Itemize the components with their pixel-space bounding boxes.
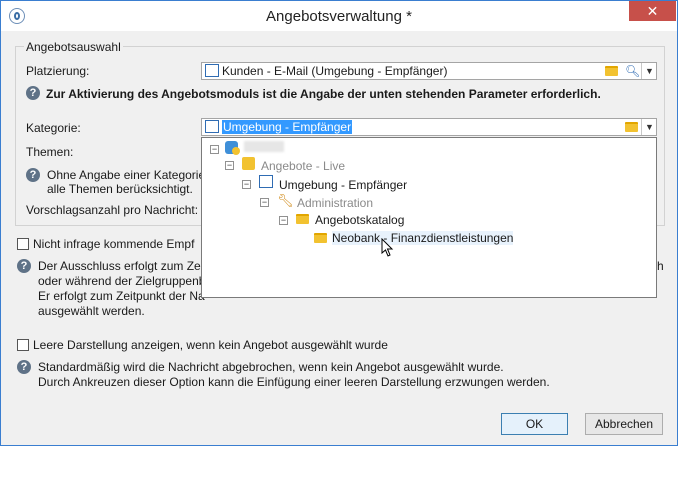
group-legend: Angebotsauswahl — [24, 40, 123, 54]
catalog-folder-icon — [296, 214, 309, 224]
wrench-icon: 🔧︎ — [277, 193, 294, 208]
empty-display-checkbox[interactable] — [17, 339, 29, 351]
placement-value: Kunden - E-Mail (Umgebung - Empfänger) — [222, 64, 448, 78]
tree-node-offers-live[interactable]: Angebote - Live — [261, 159, 345, 173]
exclusion-line3: Er erfolgt zum Zeitpunkt der Na — [38, 289, 205, 303]
collapse-toggle[interactable]: − — [225, 161, 234, 170]
root-node-label[interactable] — [244, 141, 284, 152]
chevron-down-icon[interactable]: ▼ — [641, 63, 657, 79]
tree-node-neobank[interactable]: Neobank - Finanzdienstleistungen — [332, 231, 514, 245]
exclusion-line4: ausgewählt werden. — [38, 304, 145, 318]
ok-button[interactable]: OK — [501, 413, 568, 435]
collapse-toggle[interactable]: − — [260, 198, 269, 207]
activation-info: Zur Aktivierung des Angebotsmoduls ist d… — [46, 87, 601, 101]
tree-node-administration[interactable]: Administration — [297, 196, 373, 210]
category-tree-dropdown: − − Angebote - Live − Umgebung - Empfäng… — [201, 137, 657, 298]
placement-combo[interactable]: Kunden - E-Mail (Umgebung - Empfänger) 🔍… — [201, 62, 657, 80]
tree-node-catalog[interactable]: Angebotskatalog — [315, 213, 404, 227]
themes-label: Themen: — [26, 145, 74, 159]
help-icon: ? — [17, 360, 31, 374]
window-title: Angebotsverwaltung * — [266, 8, 412, 25]
collapse-toggle[interactable]: − — [210, 145, 219, 154]
folder-icon[interactable] — [625, 122, 638, 132]
exclusion-line1-tail: h — [657, 259, 664, 273]
category-folder-icon — [314, 233, 327, 243]
empty-display-label: Leere Darstellung anzeigen, wenn kein An… — [33, 338, 388, 352]
proposals-label: Vorschlagsanzahl pro Nachricht: — [26, 203, 199, 217]
title-bar[interactable]: Angebotsverwaltung * — [1, 1, 677, 31]
environment-icon — [259, 175, 273, 188]
gift-icon — [242, 157, 255, 170]
help-icon: ? — [26, 168, 40, 182]
category-info-line2: alle Themen berücksichtigt. — [47, 182, 193, 196]
mouse-cursor-icon — [381, 238, 394, 257]
help-icon: ? — [26, 86, 40, 100]
collapse-toggle[interactable]: − — [279, 216, 288, 225]
exclusion-line1: Der Ausschluss erfolgt zum Zeit — [38, 259, 207, 273]
empty-display-line2: Durch Ankreuzen dieser Option kann die E… — [38, 375, 550, 389]
category-label: Kategorie: — [26, 121, 81, 135]
collapse-toggle[interactable]: − — [242, 180, 251, 189]
exclusion-label: Nicht infrage kommende Empf — [33, 237, 195, 251]
close-button[interactable]: ✕ — [629, 1, 676, 21]
exclusion-line2: oder während der Zielgruppenb — [38, 274, 206, 288]
category-icon — [205, 120, 219, 133]
category-info-line1: Ohne Angabe einer Kategorie — [47, 168, 206, 182]
empty-display-line1: Standardmäßig wird die Nachricht abgebro… — [38, 360, 504, 374]
database-badge-icon — [232, 147, 240, 155]
chevron-down-icon[interactable]: ▼ — [641, 119, 657, 135]
folder-icon[interactable] — [605, 66, 618, 76]
help-icon: ? — [17, 259, 31, 273]
tree-node-environment[interactable]: Umgebung - Empfänger — [279, 178, 407, 192]
search-icon[interactable]: 🔍︎ — [625, 64, 640, 78]
placement-icon — [205, 64, 219, 77]
placement-label: Platzierung: — [26, 64, 90, 78]
category-combo[interactable]: Umgebung - Empfänger ▼ — [201, 118, 657, 136]
cancel-button[interactable]: Abbrechen — [585, 413, 663, 435]
exclusion-checkbox[interactable] — [17, 238, 29, 250]
category-value[interactable]: Umgebung - Empfänger — [222, 120, 353, 134]
